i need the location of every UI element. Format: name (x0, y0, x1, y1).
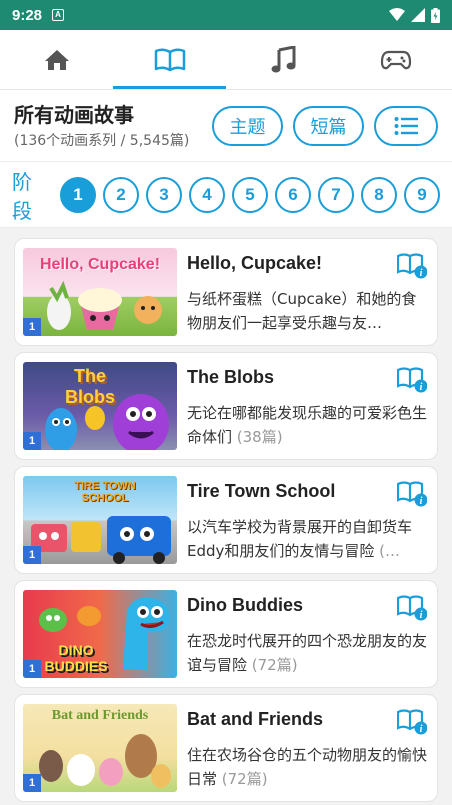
svg-text:i: i (420, 496, 423, 507)
episode-count: (… (379, 542, 401, 560)
notification-icon: A (52, 9, 65, 21)
level-badge: 1 (23, 660, 41, 678)
svg-text:i: i (420, 610, 423, 621)
level-badge: 1 (23, 432, 41, 450)
book-info-icon[interactable]: i (397, 709, 427, 735)
dino-characters (39, 597, 170, 670)
series-description: 住在农场谷仓的五个动物朋友的愉快日常 (72篇) (187, 746, 428, 788)
tab-stories[interactable] (113, 30, 226, 89)
stage-6[interactable]: 6 (275, 176, 311, 213)
series-thumbnail: Bat and Friends 1 (23, 704, 177, 792)
episode-count: (72篇) (221, 770, 268, 788)
series-description: 在恐龙时代展开的四个恐龙朋友的友谊与冒险 (72篇) (187, 632, 428, 674)
gamepad-icon (380, 50, 411, 69)
series-list: Hello, Cupcake! 1 Hello, Cupcake! 与纸杯蛋糕（… (0, 228, 452, 805)
stage-1[interactable]: 1 (60, 176, 96, 213)
svg-text:i: i (420, 724, 423, 735)
stage-3[interactable]: 3 (146, 176, 182, 213)
short-stories-button[interactable]: 短篇 (293, 105, 364, 146)
signal-icon (411, 8, 425, 22)
series-card[interactable]: TIRE TOWN SCHOOL 1 Tire Town School 以汽车学… (14, 466, 438, 574)
tab-home[interactable] (0, 30, 113, 89)
home-icon (44, 49, 69, 70)
stage-label: 阶段 (12, 169, 32, 223)
series-description: 以汽车学校为背景展开的自卸货车Eddy和朋友们的友情与冒险 (… (187, 518, 413, 560)
list-view-button[interactable] (374, 105, 438, 146)
stage-2[interactable]: 2 (103, 176, 139, 213)
cupcake-character (47, 280, 162, 330)
series-title: The Blobs (187, 367, 275, 387)
series-title: Dino Buddies (187, 595, 303, 615)
theme-button[interactable]: 主题 (212, 105, 283, 146)
series-title: Hello, Cupcake! (187, 253, 323, 273)
book-info-icon[interactable]: i (397, 595, 427, 621)
music-note-icon (271, 45, 295, 72)
series-thumbnail: Hello, Cupcake! 1 (23, 248, 177, 336)
page-title: 所有动画故事 (14, 102, 134, 127)
series-description: 与纸杯蛋糕（Cupcake）和她的食物朋友们一起享受乐趣与友… (187, 290, 417, 332)
series-card[interactable]: DINO BUDDIES 1 Dino Buddies 在恐龙时代展开的四个恐龙… (14, 580, 438, 688)
series-title: Tire Town School (187, 481, 336, 501)
svg-text:i: i (420, 382, 423, 393)
top-tab-bar (0, 30, 452, 90)
episode-count: (38篇) (236, 428, 283, 446)
episode-count: (72篇) (251, 656, 298, 674)
battery-icon (431, 7, 440, 23)
svg-text:i: i (420, 268, 423, 279)
stage-4[interactable]: 4 (189, 176, 225, 213)
list-icon (394, 116, 418, 135)
status-time: 9:28 (12, 6, 43, 24)
series-card[interactable]: Bat and Friends 1 Bat and Friends 住在农场谷仓… (14, 694, 438, 802)
level-badge: 1 (23, 546, 41, 564)
series-card[interactable]: Hello, Cupcake! 1 Hello, Cupcake! 与纸杯蛋糕（… (14, 238, 438, 346)
tab-music[interactable] (226, 30, 339, 89)
tab-games[interactable] (339, 30, 452, 89)
trucks-characters (31, 516, 171, 564)
blobs-characters (45, 394, 169, 450)
stage-8[interactable]: 8 (361, 176, 397, 213)
series-thumbnail: TIRE TOWN SCHOOL 1 (23, 476, 177, 564)
book-icon (154, 47, 185, 71)
level-badge: 1 (23, 318, 41, 336)
series-thumbnail: The Blobs 1 (23, 362, 177, 450)
stage-9[interactable]: 9 (404, 176, 440, 213)
level-badge: 1 (23, 774, 41, 792)
stage-5[interactable]: 5 (232, 176, 268, 213)
page-header: 所有动画故事 (136个动画系列 / 5,545篇) 主题 短篇 (0, 90, 452, 162)
status-bar: 9:28 A (0, 0, 452, 30)
book-info-icon[interactable]: i (397, 481, 427, 507)
stage-selector: 阶段 1 2 3 4 5 6 7 8 9 (0, 162, 452, 228)
stage-7[interactable]: 7 (318, 176, 354, 213)
series-card[interactable]: The Blobs 1 The Blobs 无论在哪都能发现乐趣的可爱彩色生命体… (14, 352, 438, 460)
series-description: 无论在哪都能发现乐趣的可爱彩色生命体们 (38篇) (187, 404, 428, 446)
book-info-icon[interactable]: i (397, 253, 427, 279)
book-info-icon[interactable]: i (397, 367, 427, 393)
series-count: (136个动画系列 / 5,545篇) (14, 132, 190, 149)
wifi-icon (389, 8, 405, 21)
series-thumbnail: DINO BUDDIES 1 (23, 590, 177, 678)
series-title: Bat and Friends (187, 709, 324, 729)
animal-characters (39, 734, 171, 788)
